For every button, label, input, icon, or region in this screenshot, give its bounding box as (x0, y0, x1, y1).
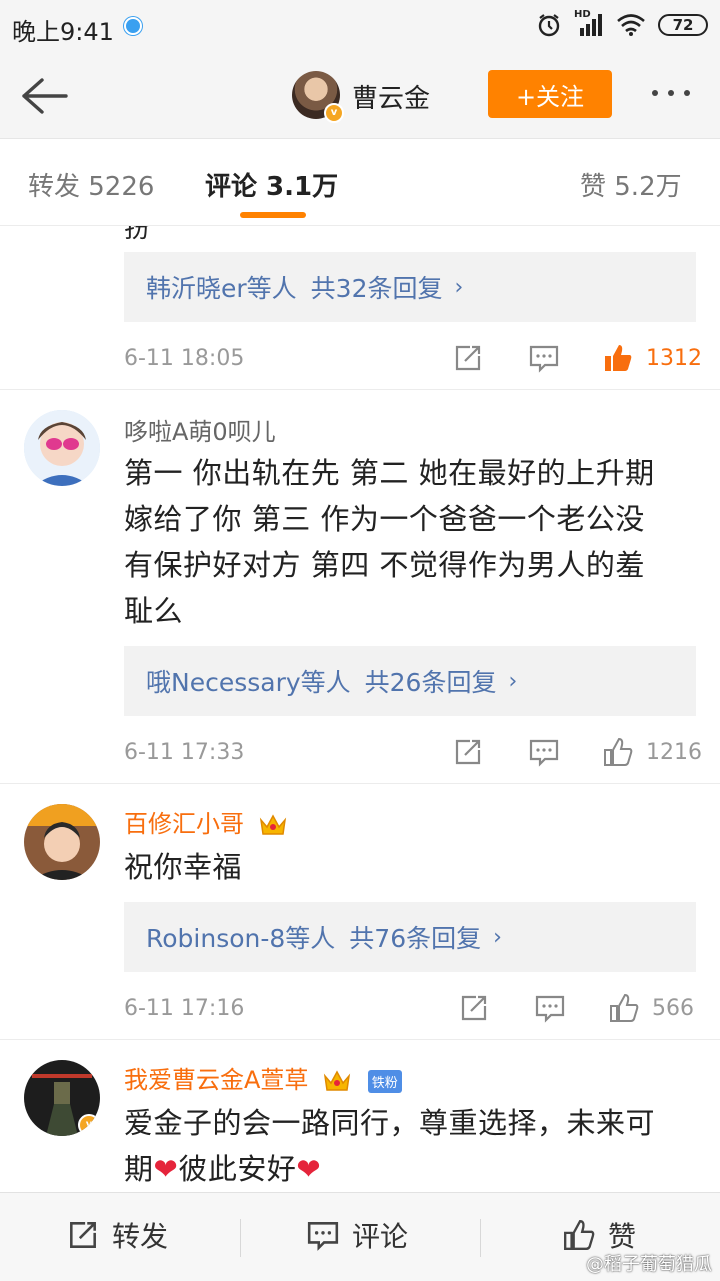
repost-label: 转发 (112, 1220, 169, 1253)
commenter-name[interactable]: 哆啦A萌0呗儿 (124, 412, 276, 447)
comment-text-line: 嫁给了你 第三 作为一个爸爸一个老公没 (124, 502, 645, 536)
forward-icon[interactable] (452, 736, 484, 768)
nav-bar: v 曹云金 +关注 (0, 52, 720, 139)
watermark: @稻子葡萄猎瓜 (586, 1254, 712, 1275)
cell-signal-icon: HD (574, 9, 604, 38)
forward-icon[interactable] (458, 992, 490, 1024)
fan-badge: 铁粉 (367, 1069, 402, 1093)
notification-dot-icon (124, 17, 142, 35)
comment-list[interactable]: 扮 韩沂晓er等人 共32条回复 › 6-11 18:05 1312 哆啦A萌0… (0, 226, 720, 1192)
commenter-avatar[interactable] (24, 410, 100, 486)
comment-time: 6-11 17:16 (124, 996, 245, 1021)
reply-preview[interactable]: Robinson-8等人 共76条回复 › (124, 902, 696, 972)
comment-text: 爱金子的会一路同行，尊重选择，未来可 期❤彼此安好❤ (124, 1100, 698, 1192)
heart-emoji-icon: ❤ (153, 1152, 179, 1186)
commenter-name-vip[interactable]: 我爱曹云金A萱草 铁粉 (124, 1060, 402, 1095)
like-icon (564, 1220, 595, 1250)
more-options-icon[interactable] (652, 90, 690, 96)
reply-users: 韩沂晓er等人 (146, 274, 297, 303)
verified-badge-icon: v (78, 1114, 100, 1136)
status-time: 晚上9:41 (12, 18, 114, 46)
comment-text-line: 爱金子的会一路同行，尊重选择，未来可 (124, 1106, 656, 1140)
crown-icon (259, 814, 286, 835)
like-button[interactable]: 赞 (562, 1215, 636, 1255)
like-count: 1312 (646, 346, 702, 371)
commenter-name: 百修汇小哥 (124, 810, 244, 838)
comment-text: 祝你幸福 (124, 850, 243, 884)
verified-badge-icon: v (324, 103, 344, 123)
like-label: 赞 (608, 1220, 637, 1253)
reply-count: 共76条回复 (349, 924, 482, 953)
comment-icon[interactable] (528, 342, 560, 374)
tab-bar: 转发 5226 评论 3.1万 赞 5.2万 (0, 139, 720, 226)
chevron-right-icon: › (454, 274, 464, 300)
status-bar: 晚上9:41 HD 72 (0, 0, 720, 52)
like-count: 1216 (646, 740, 702, 765)
comment-text: 第一 你出轨在先 第二 她在最好的上升期 嫁给了你 第三 作为一个爸爸一个老公没… (124, 450, 698, 634)
comment-meta: 6-11 18:05 1312 (124, 338, 702, 378)
comment-time: 6-11 18:05 (124, 346, 245, 371)
comment-icon[interactable] (534, 992, 566, 1024)
divider (0, 1039, 720, 1040)
follow-button[interactable]: +关注 (488, 70, 612, 118)
like-icon[interactable] (602, 736, 634, 768)
tab-comments[interactable]: 评论 3.1万 (205, 166, 338, 203)
comment-icon (307, 1222, 339, 1251)
like-icon-active[interactable] (602, 342, 634, 374)
commenter-name-vip[interactable]: 百修汇小哥 (124, 804, 288, 839)
reply-count: 共32条回复 (310, 274, 443, 303)
tab-likes[interactable]: 赞 5.2万 (580, 166, 682, 203)
comment-label: 评论 (352, 1220, 409, 1253)
reply-preview[interactable]: 哦Necessary等人 共26条回复 › (124, 646, 696, 716)
repost-button[interactable]: 转发 (66, 1215, 168, 1255)
reply-users: Robinson-8等人 (146, 924, 336, 953)
commenter-name: 我爱曹云金A萱草 (124, 1066, 309, 1094)
tab-repost[interactable]: 转发 5226 (28, 166, 154, 203)
crown-icon (323, 1070, 351, 1091)
comment-meta: 6-11 17:33 1216 (124, 732, 702, 772)
divider (480, 1219, 481, 1257)
comment-text-line: 有保护好对方 第四 不觉得作为男人的羞 (124, 548, 645, 582)
comment-icon[interactable] (528, 736, 560, 768)
comment-text-line: 期❤彼此安好❤ (124, 1152, 322, 1186)
reply-count: 共26条回复 (364, 668, 497, 697)
forward-icon (70, 1222, 96, 1248)
heart-emoji-icon: ❤ (296, 1152, 322, 1186)
truncated-comment-text: 扮 (124, 226, 151, 244)
divider (240, 1219, 241, 1257)
commenter-avatar[interactable] (24, 804, 100, 880)
divider (0, 389, 720, 390)
like-icon[interactable] (608, 992, 640, 1024)
reply-users: 哦Necessary等人 (146, 668, 351, 697)
comment-time: 6-11 17:33 (124, 740, 245, 765)
commenter-avatar[interactable]: v (24, 1060, 100, 1136)
reply-preview[interactable]: 韩沂晓er等人 共32条回复 › (124, 252, 696, 322)
chevron-right-icon: › (508, 668, 518, 694)
status-icons: HD 72 (536, 9, 708, 40)
back-arrow-icon[interactable] (18, 74, 70, 118)
wifi-icon (617, 14, 645, 36)
author-name[interactable]: 曹云金 (352, 78, 430, 115)
comment-text-line: 第一 你出轨在先 第二 她在最好的上升期 (124, 456, 655, 490)
active-tab-indicator (240, 212, 306, 218)
chevron-right-icon: › (493, 924, 502, 950)
like-count: 566 (652, 996, 694, 1021)
comment-meta: 6-11 17:16 566 (124, 988, 696, 1028)
comment-button[interactable]: 评论 (306, 1215, 408, 1255)
divider (0, 783, 720, 784)
alarm-icon (538, 14, 560, 37)
forward-icon[interactable] (452, 342, 484, 374)
network-type-label: HD (574, 9, 591, 20)
battery-icon: 72 (658, 14, 708, 36)
author-avatar[interactable]: v (292, 71, 344, 123)
comment-text-line: 耻么 (124, 594, 184, 628)
